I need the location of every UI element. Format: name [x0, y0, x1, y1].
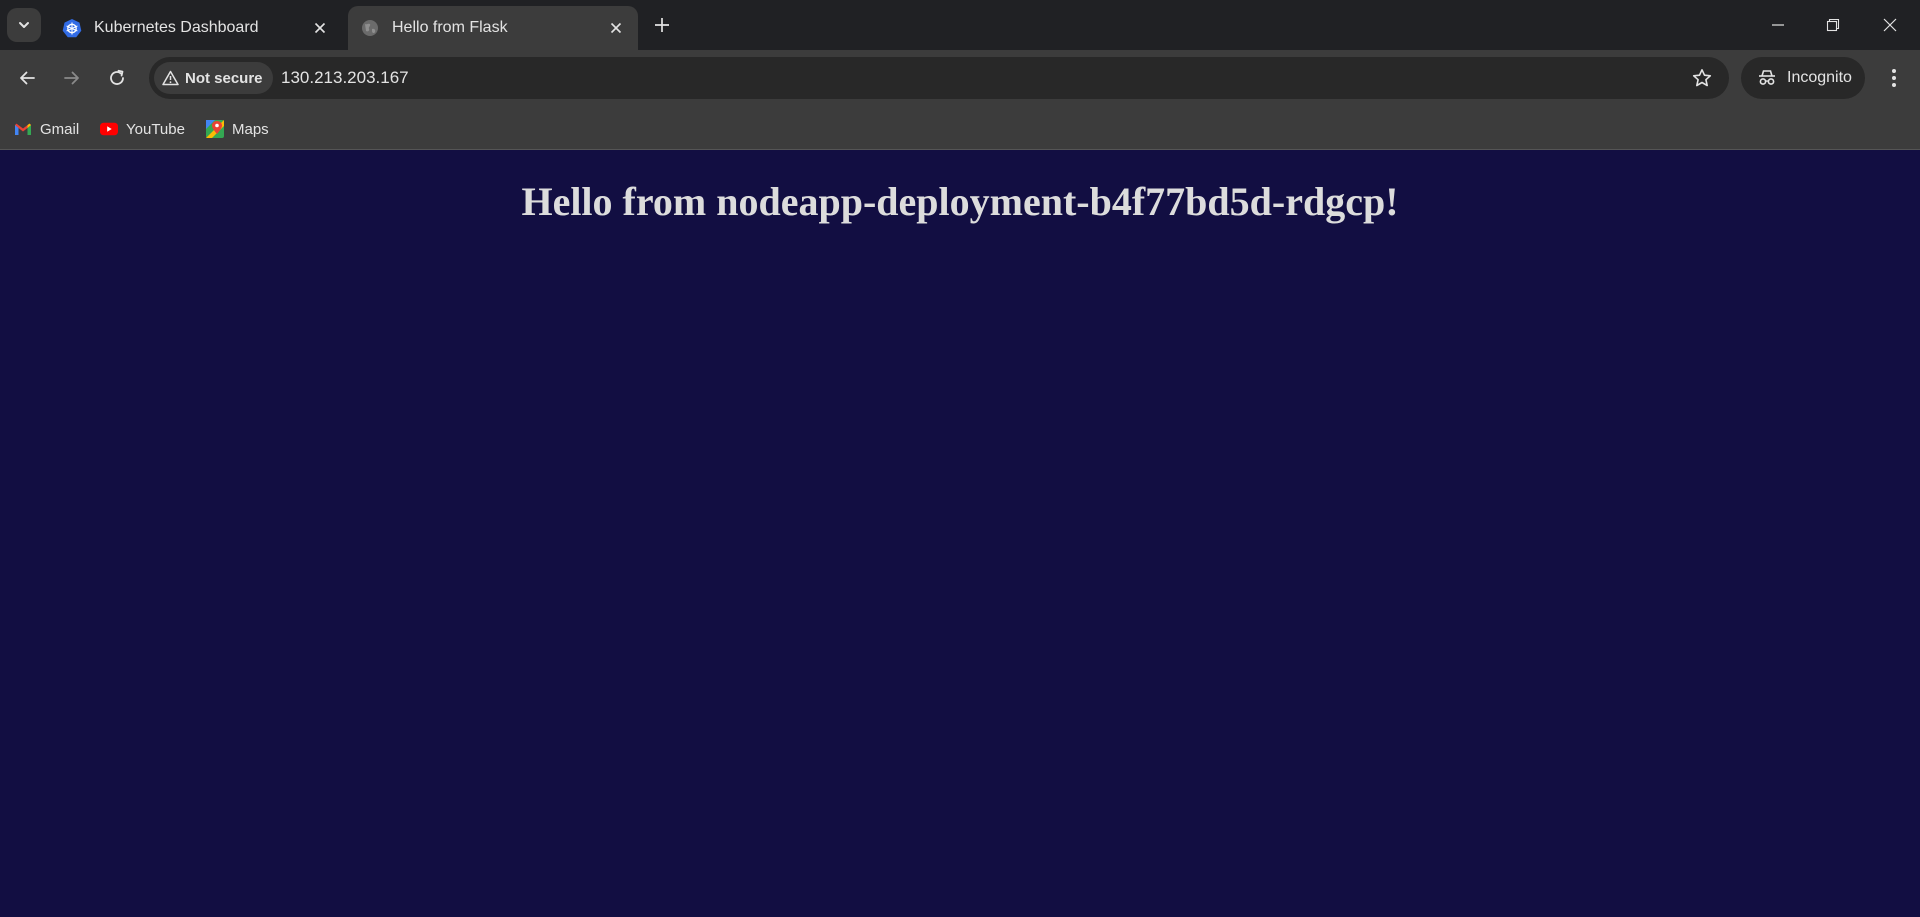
- new-tab-button[interactable]: [648, 11, 676, 39]
- incognito-profile-button[interactable]: Incognito: [1741, 57, 1865, 99]
- plus-icon: [655, 18, 669, 32]
- profile-label: Incognito: [1787, 69, 1852, 86]
- bookmark-label: Maps: [232, 120, 269, 138]
- tab-strip: Kubernetes Dashboard Hello from Flask: [0, 0, 1920, 50]
- bookmark-star-button[interactable]: [1689, 65, 1715, 91]
- bookmark-label: Gmail: [40, 120, 80, 138]
- bookmark-gmail[interactable]: Gmail: [14, 116, 79, 142]
- bookmark-label: YouTube: [126, 120, 185, 138]
- close-tab-icon[interactable]: [604, 16, 628, 40]
- reload-button[interactable]: [100, 61, 134, 95]
- tab-kubernetes-dashboard[interactable]: Kubernetes Dashboard: [50, 6, 342, 50]
- warning-icon: [162, 70, 179, 86]
- youtube-icon: [100, 120, 118, 138]
- minimize-icon: [1772, 24, 1784, 26]
- maps-icon: [206, 120, 224, 138]
- security-label: Not secure: [185, 69, 263, 87]
- arrow-right-icon: [64, 71, 79, 85]
- tab-hello-from-flask[interactable]: Hello from Flask: [348, 6, 638, 50]
- close-tab-icon[interactable]: [308, 16, 332, 40]
- star-icon: [1692, 69, 1712, 87]
- bookmarks-bar: Gmail YouTube Maps: [0, 108, 1920, 150]
- tab-title: Hello from Flask: [392, 19, 508, 36]
- url-text[interactable]: 130.213.203.167: [281, 57, 409, 99]
- address-bar[interactable]: Not secure 130.213.203.167: [149, 57, 1729, 99]
- reload-icon: [110, 69, 124, 85]
- security-indicator[interactable]: Not secure: [154, 62, 273, 94]
- more-vertical-icon: [1892, 69, 1896, 87]
- incognito-icon: [1759, 70, 1775, 85]
- chevron-down-icon: [19, 22, 29, 28]
- minimize-button[interactable]: [1750, 0, 1806, 50]
- bookmark-maps[interactable]: Maps: [206, 116, 269, 142]
- back-button[interactable]: [10, 61, 44, 95]
- page-heading: Hello from nodeapp-deployment-b4f77bd5d-…: [521, 179, 1399, 224]
- globe-icon: [360, 18, 380, 38]
- browser-menu-button[interactable]: [1878, 61, 1910, 95]
- page-content: Hello from nodeapp-deployment-b4f77bd5d-…: [0, 151, 1920, 917]
- tab-search-button[interactable]: [7, 8, 41, 42]
- restore-button[interactable]: [1805, 0, 1861, 50]
- close-icon: [1883, 18, 1897, 32]
- tab-title: Kubernetes Dashboard: [94, 19, 259, 36]
- gmail-icon: [14, 120, 32, 138]
- restore-icon: [1826, 18, 1840, 32]
- forward-button[interactable]: [55, 61, 89, 95]
- kubernetes-icon: [62, 18, 82, 38]
- arrow-left-icon: [20, 71, 35, 85]
- browser-toolbar: Not secure 130.213.203.167 Incognito: [0, 50, 1920, 108]
- bookmark-youtube[interactable]: YouTube: [100, 116, 185, 142]
- close-window-button[interactable]: [1862, 0, 1918, 50]
